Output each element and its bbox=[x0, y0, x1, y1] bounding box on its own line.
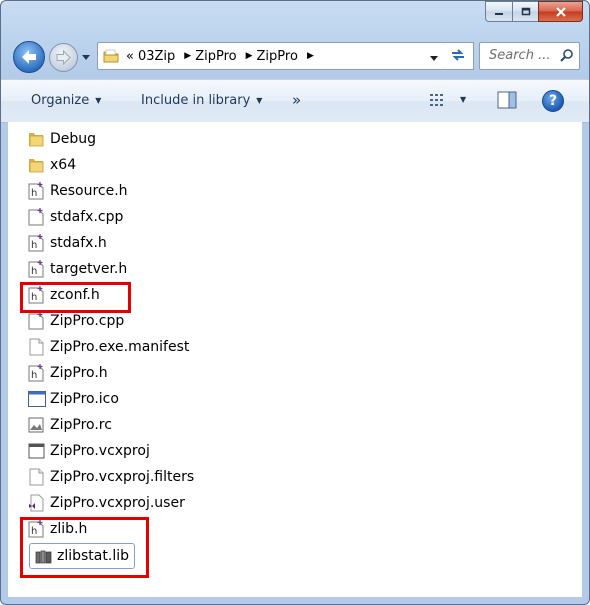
svg-text:h: h bbox=[31, 240, 37, 251]
blank-file-icon bbox=[28, 338, 44, 356]
file-item-x64[interactable]: x64 bbox=[28, 153, 76, 177]
file-name: stdafx.cpp bbox=[50, 209, 124, 225]
header-file-icon: h bbox=[28, 234, 44, 252]
file-item-zippro-exe-manifest[interactable]: ZipPro.exe.manifest bbox=[28, 335, 189, 359]
chevron-right-icon[interactable]: ▶ bbox=[246, 51, 253, 61]
svg-text:h: h bbox=[31, 370, 37, 381]
breadcrumb-item[interactable]: ZipPro bbox=[195, 49, 236, 64]
vs-user-file-icon bbox=[28, 494, 44, 512]
file-name: Debug bbox=[50, 131, 97, 147]
file-item-debug[interactable]: Debug bbox=[28, 127, 96, 151]
header-file-icon: h bbox=[28, 364, 44, 382]
breadcrumb-item[interactable]: ZipPro bbox=[257, 49, 298, 64]
rc-file-icon bbox=[28, 416, 44, 434]
chevron-down-icon: ▼ bbox=[256, 96, 263, 105]
view-options-dropdown[interactable]: ▼ bbox=[460, 95, 466, 104]
header-file-icon: h bbox=[28, 260, 44, 278]
breadcrumb-item[interactable]: 03Zip bbox=[138, 49, 175, 64]
forward-button[interactable] bbox=[49, 43, 78, 72]
refresh-icon bbox=[452, 49, 464, 61]
include-in-library-label: Include in library bbox=[141, 93, 251, 108]
breadcrumb: « 03Zip ▶ ZipPro ▶ ZipPro ▶ bbox=[126, 43, 318, 69]
svg-text:h: h bbox=[31, 188, 37, 199]
breadcrumb-overflow[interactable]: « bbox=[126, 49, 134, 64]
file-item-stdafx-h[interactable]: h stdafx.h bbox=[28, 231, 107, 255]
maximize-button[interactable] bbox=[512, 1, 538, 22]
cpp-file-icon bbox=[28, 208, 44, 226]
search-icon[interactable] bbox=[560, 48, 574, 66]
file-item-zippro-vcxproj-user[interactable]: ZipPro.vcxproj.user bbox=[28, 491, 185, 515]
file-name: targetver.h bbox=[50, 261, 128, 277]
blank-file-icon bbox=[28, 468, 44, 486]
vcxproj-file-icon bbox=[28, 442, 45, 460]
file-item-zippro-rc[interactable]: ZipPro.rc bbox=[28, 413, 112, 437]
back-button[interactable] bbox=[13, 41, 45, 73]
svg-text:h: h bbox=[31, 266, 37, 277]
file-name: ZipPro.ico bbox=[50, 391, 119, 407]
help-button[interactable]: ? bbox=[542, 90, 564, 112]
organize-label: Organize bbox=[31, 93, 90, 108]
organize-button[interactable]: Organize ▼ bbox=[31, 93, 101, 108]
more-commands-button[interactable]: » bbox=[292, 91, 301, 109]
chevron-right-icon[interactable]: ▶ bbox=[184, 51, 191, 61]
file-item-zippro-vcxproj-filters[interactable]: ZipPro.vcxproj.filters bbox=[28, 465, 194, 489]
command-bar: Organize ▼ Include in library ▼ » ▼ ? bbox=[1, 79, 589, 123]
address-history-dropdown[interactable] bbox=[429, 52, 439, 67]
preview-pane-icon[interactable] bbox=[497, 91, 517, 113]
file-name: ZipPro.h bbox=[50, 365, 108, 381]
close-button[interactable] bbox=[538, 1, 583, 22]
cpp-file-icon bbox=[28, 312, 44, 330]
file-item-zippro-vcxproj[interactable]: ZipPro.vcxproj bbox=[28, 439, 150, 463]
file-list: Debug x64 h Resource.h stdafx.cpp h stdafx.h h t… bbox=[8, 122, 582, 597]
file-item-zippro-h[interactable]: h ZipPro.h bbox=[28, 361, 108, 385]
chevron-right-icon[interactable]: ▶ bbox=[307, 51, 314, 61]
recent-pages-dropdown[interactable] bbox=[81, 50, 91, 65]
file-name: stdafx.h bbox=[50, 235, 107, 251]
file-item-targetver-h[interactable]: h targetver.h bbox=[28, 257, 127, 281]
chevron-down-icon: ▼ bbox=[95, 96, 102, 105]
search-placeholder: Search ... bbox=[489, 48, 551, 63]
folder-icon bbox=[28, 156, 44, 174]
highlight-box-zlib bbox=[20, 517, 149, 578]
file-name: ZipPro.exe.manifest bbox=[50, 339, 190, 355]
caption-buttons bbox=[485, 1, 583, 22]
minimize-button[interactable] bbox=[485, 1, 512, 22]
explorer-window: « 03Zip ▶ ZipPro ▶ ZipPro ▶ Search ... Orga… bbox=[0, 0, 590, 605]
navigation-bar: « 03Zip ▶ ZipPro ▶ ZipPro ▶ Search ... bbox=[1, 37, 589, 75]
folder-icon bbox=[28, 130, 44, 148]
file-item-zippro-ico[interactable]: ZipPro.ico bbox=[28, 387, 119, 411]
header-file-icon: h bbox=[28, 182, 44, 200]
address-bar[interactable]: « 03Zip ▶ ZipPro ▶ ZipPro ▶ bbox=[97, 42, 446, 70]
file-name: ZipPro.rc bbox=[50, 417, 112, 433]
include-in-library-button[interactable]: Include in library ▼ bbox=[141, 93, 262, 108]
file-item-resource-h[interactable]: h Resource.h bbox=[28, 179, 128, 203]
file-name: ZipPro.vcxproj.filters bbox=[50, 469, 195, 485]
file-name: Resource.h bbox=[50, 183, 128, 199]
help-icon: ? bbox=[548, 93, 558, 109]
file-name: ZipPro.vcxproj.user bbox=[50, 495, 185, 511]
search-box[interactable]: Search ... bbox=[479, 42, 580, 70]
file-name: ZipPro.cpp bbox=[50, 313, 125, 329]
refresh-button[interactable] bbox=[445, 42, 474, 70]
folder-icon bbox=[103, 48, 119, 68]
file-name: x64 bbox=[50, 157, 77, 173]
highlight-box-zconf bbox=[20, 282, 131, 313]
file-item-stdafx-cpp[interactable]: stdafx.cpp bbox=[28, 205, 123, 229]
file-name: ZipPro.vcxproj bbox=[50, 443, 150, 459]
change-view-icon[interactable] bbox=[429, 92, 447, 112]
ico-file-icon bbox=[28, 390, 46, 408]
